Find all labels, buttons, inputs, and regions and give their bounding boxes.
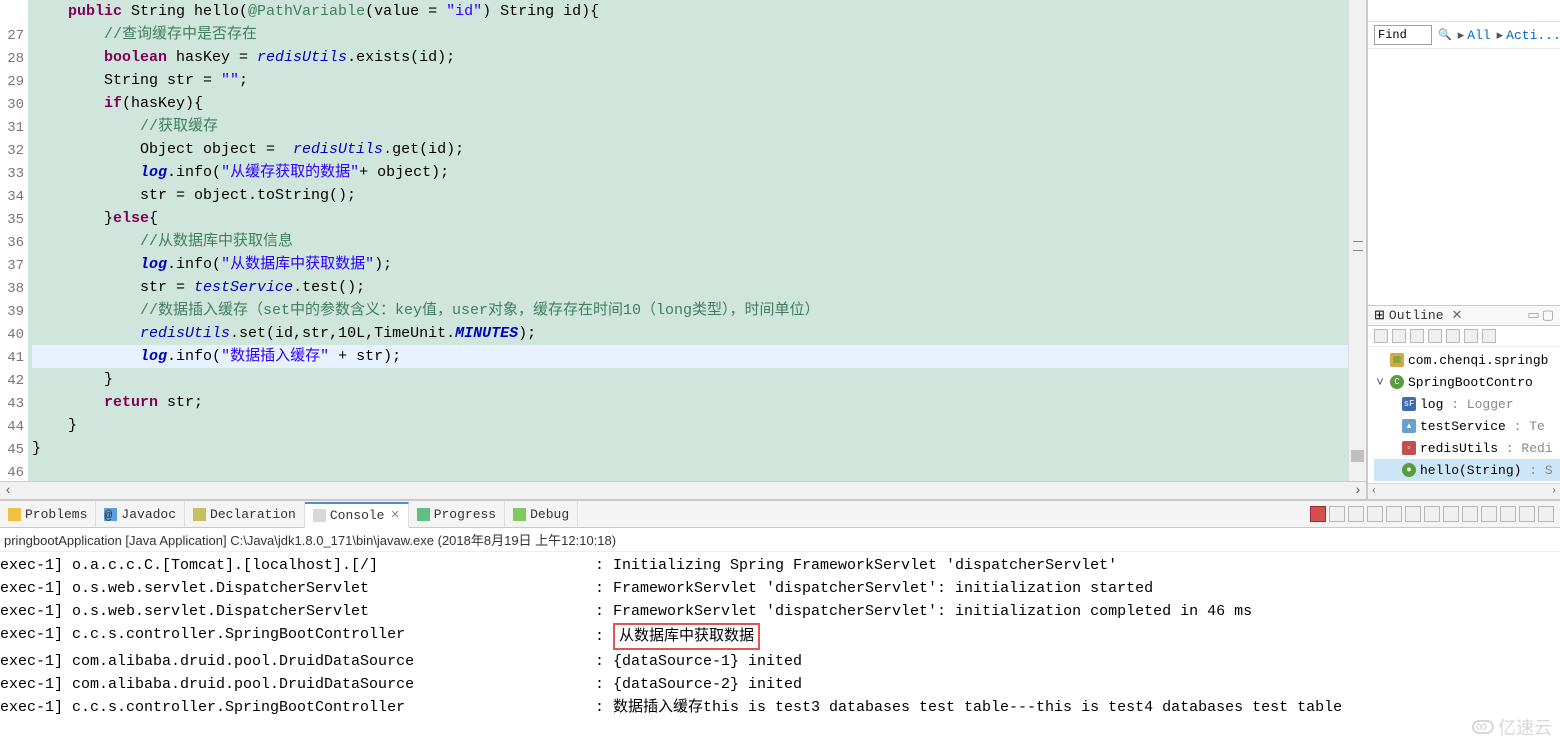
- bottom-tab-bar: Problems @Javadoc Declaration Console✕ P…: [0, 501, 1560, 528]
- console-launch-label: pringbootApplication [Java Application] …: [0, 528, 1560, 552]
- scroll-lock-button[interactable]: [1386, 506, 1402, 522]
- minimize-icon[interactable]: ▭: [1527, 308, 1539, 323]
- outline-icon: ⊞: [1374, 308, 1385, 323]
- close-icon[interactable]: ✕: [1452, 308, 1463, 323]
- tab-debug[interactable]: Debug: [505, 501, 578, 527]
- outline-field-log[interactable]: sFlog : Logger: [1374, 393, 1560, 415]
- maximize-button[interactable]: [1538, 506, 1554, 522]
- outline-title: Outline: [1389, 308, 1444, 323]
- console-toolbar: [1310, 506, 1560, 522]
- tab-console[interactable]: Console✕: [305, 502, 409, 528]
- outline-method-hello[interactable]: ●hello(String) : S: [1374, 459, 1560, 481]
- editor-horizontal-scrollbar[interactable]: ‹›: [0, 481, 1366, 499]
- tab-declaration[interactable]: Declaration: [185, 501, 305, 527]
- outline-class[interactable]: ˅CSpringBootContro: [1374, 371, 1560, 393]
- editor-vertical-scrollbar[interactable]: [1348, 0, 1366, 481]
- maximize-icon[interactable]: ▢: [1542, 308, 1554, 323]
- tab-progress[interactable]: Progress: [409, 501, 505, 527]
- display-selected-button[interactable]: [1424, 506, 1440, 522]
- clear-console-button[interactable]: [1367, 506, 1383, 522]
- bottom-panel: Problems @Javadoc Declaration Console✕ P…: [0, 499, 1560, 746]
- tab-javadoc[interactable]: @Javadoc: [96, 501, 185, 527]
- find-bar: 🔍 ▸All ▸Acti...: [1368, 22, 1560, 49]
- close-icon[interactable]: ✕: [390, 508, 399, 522]
- outline-tool-1[interactable]: [1374, 329, 1388, 343]
- find-activate-link[interactable]: Acti...: [1506, 28, 1560, 43]
- code-editor[interactable]: 2728293031323334353637383940414243444546…: [0, 0, 1368, 499]
- outline-field-redisutils[interactable]: ▫redisUtils : Redi: [1374, 437, 1560, 459]
- outline-tool-2[interactable]: [1392, 329, 1406, 343]
- console-tool-c[interactable]: [1500, 506, 1516, 522]
- right-side-panel: 🔍 ▸All ▸Acti... ⊞ Outline ✕ ▭▢ ▦com.chen…: [1368, 0, 1560, 499]
- outline-field-testservice[interactable]: ▴testService : Te: [1374, 415, 1560, 437]
- pin-console-button[interactable]: [1405, 506, 1421, 522]
- outline-tool-6[interactable]: [1464, 329, 1478, 343]
- caret-right-icon[interactable]: ▸: [1458, 28, 1465, 43]
- remove-launch-button[interactable]: [1329, 506, 1345, 522]
- outline-view-header[interactable]: ⊞ Outline ✕ ▭▢: [1368, 305, 1560, 326]
- outline-tool-7[interactable]: [1482, 329, 1496, 343]
- outline-tool-3[interactable]: [1410, 329, 1424, 343]
- terminate-button[interactable]: [1310, 506, 1326, 522]
- minimize-button[interactable]: [1519, 506, 1535, 522]
- right-panel-toolbar: [1368, 0, 1560, 22]
- problems-icon: [8, 508, 21, 521]
- declaration-icon: [193, 508, 206, 521]
- console-tool-a[interactable]: [1462, 506, 1478, 522]
- javadoc-icon: @: [104, 508, 117, 521]
- outline-toolbar: [1368, 326, 1560, 347]
- progress-icon: [417, 508, 430, 521]
- outline-package[interactable]: ▦com.chenqi.springb: [1374, 349, 1560, 371]
- search-icon[interactable]: 🔍: [1438, 28, 1452, 42]
- console-tool-b[interactable]: [1481, 506, 1497, 522]
- line-number-gutter: 2728293031323334353637383940414243444546: [0, 0, 28, 481]
- console-icon: [313, 509, 326, 522]
- code-area[interactable]: public String hello(@PathVariable(value …: [28, 0, 1366, 481]
- outline-tool-4[interactable]: [1428, 329, 1442, 343]
- console-output[interactable]: exec-1] o.a.c.c.C.[Tomcat].[localhost].[…: [0, 552, 1560, 746]
- find-all-link[interactable]: All: [1467, 28, 1490, 43]
- outline-tool-5[interactable]: [1446, 329, 1460, 343]
- caret-right-icon[interactable]: ▸: [1497, 28, 1504, 43]
- open-console-button[interactable]: [1443, 506, 1459, 522]
- outline-tree[interactable]: ▦com.chenqi.springb ˅CSpringBootContro s…: [1368, 347, 1560, 483]
- debug-icon: [513, 508, 526, 521]
- remove-all-button[interactable]: [1348, 506, 1364, 522]
- find-input[interactable]: [1374, 25, 1432, 45]
- tab-problems[interactable]: Problems: [0, 501, 96, 527]
- outline-horizontal-scrollbar[interactable]: ‹›: [1368, 483, 1560, 499]
